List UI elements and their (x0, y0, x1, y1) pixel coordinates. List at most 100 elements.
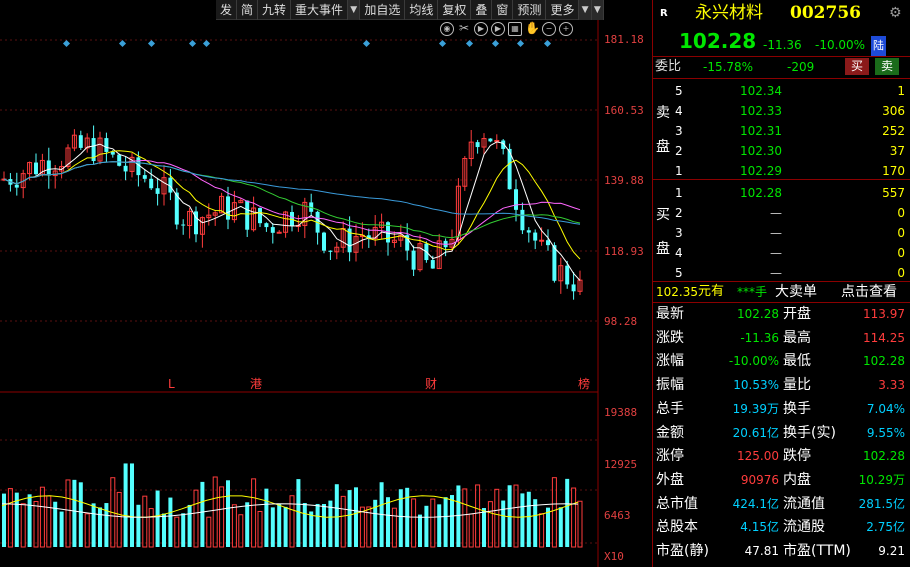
volume-bar (571, 487, 577, 548)
vol-label-1: 19388 (604, 406, 638, 419)
candle-body (571, 284, 576, 292)
volume-bar (84, 513, 90, 548)
candle-body (78, 135, 83, 148)
buy-button[interactable]: 卖 (875, 58, 899, 75)
vol-label-3: 6463 (604, 509, 631, 522)
event-diamond-icon (516, 39, 525, 48)
candle-body (46, 160, 51, 176)
big-trade-vol: ***手 (737, 285, 768, 299)
candle-body (264, 223, 269, 228)
sell-row-1[interactable]: 5 102.34 1 (653, 81, 910, 101)
stat-value: 4.15亿 (740, 520, 779, 535)
toolbar-btn-jiuzhuan[interactable]: 九转 (258, 0, 292, 20)
volume-bar (2, 493, 6, 547)
buy-row-5[interactable]: 5 — 0 (653, 263, 910, 283)
stat-value: 102.28 (863, 354, 905, 369)
big-trade-price: 102.35 (656, 285, 698, 299)
price-grid (0, 39, 598, 544)
candle-body (14, 184, 19, 188)
sell-row-4[interactable]: 2 102.30 37 (653, 141, 910, 161)
candle-body (270, 227, 275, 233)
volume-bar (245, 502, 250, 547)
big-trade-link[interactable]: 点击查看 (841, 282, 897, 302)
toolbar-btn-major-events[interactable]: 重大事件 (291, 0, 349, 20)
volume-bar (231, 504, 237, 548)
volume-bar (334, 484, 339, 547)
sell-row-2[interactable]: 4 102.33 306 (653, 101, 910, 121)
toolbar-btn-fa[interactable]: 发 (216, 0, 238, 20)
settings-gear-icon[interactable]: ⚙ (889, 3, 902, 23)
toolbar-btn-ma[interactable]: 均线 (405, 0, 439, 20)
event-diamond-icon (465, 39, 474, 48)
volume-bar (200, 481, 205, 547)
more-arrow-icon[interactable]: ▼ (579, 0, 592, 20)
stat-value: 90976 (740, 472, 779, 487)
event-marker-label: L (168, 377, 175, 391)
buy-row-1[interactable]: 1 102.28 557 (653, 183, 910, 203)
sell-volume: 37 (889, 144, 905, 158)
buy-volume: 0 (897, 226, 905, 240)
stat-key: 换手(实) (783, 424, 836, 441)
volume-bar (456, 485, 461, 547)
toolbar-btn-add-watch[interactable]: 加自选 (360, 0, 406, 20)
toolbar-btn-more[interactable]: 更多 (546, 0, 580, 20)
buy-price: — (770, 226, 782, 240)
webi-ratio: -15.78% (703, 60, 754, 74)
volume-bar (162, 513, 166, 547)
toolbar-btn-jian[interactable]: 简 (237, 0, 259, 20)
buy-row-2[interactable]: 2 — 0 (653, 203, 910, 223)
sell-button[interactable]: 买 (845, 58, 869, 75)
toolbar-btn-window[interactable]: 窗 (492, 0, 514, 20)
event-marker-label: 财 (425, 377, 437, 391)
sell-row-3[interactable]: 3 102.31 252 (653, 121, 910, 141)
dropdown-arrow-icon[interactable]: ▼ (348, 0, 361, 20)
volume-bar (98, 507, 102, 547)
event-diamond-icon (118, 39, 127, 48)
sell-level: 4 (675, 104, 683, 118)
volume-bar (155, 490, 160, 547)
stat-key: 振幅 (656, 377, 684, 394)
candle-body (276, 231, 282, 234)
sell-row-5[interactable]: 1 102.29 170 (653, 161, 910, 181)
toolbar-btn-forecast[interactable]: 预测 (513, 0, 547, 20)
stat-value: 20.61亿 (732, 425, 779, 440)
stat-row: 总手 19.39万 换手 7.04% (653, 397, 910, 421)
volume-bar (398, 489, 403, 547)
stat-value: 9.55% (866, 425, 905, 440)
stat-row: 总市值 424.1亿 流通值 281.5亿 (653, 492, 910, 516)
kline-chart[interactable]: L港财榜 (0, 20, 600, 567)
candle-body (110, 151, 115, 155)
volume-bar (104, 503, 109, 547)
stat-key: 市盈(TTM) (783, 543, 851, 559)
candle-body (546, 240, 550, 246)
candle-body (123, 165, 128, 172)
menu-arrow-icon[interactable]: ▼ (591, 0, 605, 20)
volume-bar (7, 488, 13, 548)
volume-bar (315, 503, 320, 547)
event-marker-label: 榜 (578, 376, 590, 391)
sell-price: 102.30 (740, 144, 782, 158)
buy-price: — (770, 246, 782, 260)
current-price: 102.28 (679, 29, 757, 53)
volume-bar (520, 493, 525, 547)
buy-price: 102.28 (740, 186, 782, 200)
candle-body (520, 209, 525, 231)
buy-row-4[interactable]: 4 — 0 (653, 243, 910, 263)
candle-body (226, 196, 230, 220)
volume-bar (219, 486, 225, 548)
volume-bars (1, 463, 583, 548)
buy-row-3[interactable]: 3 — 0 (653, 223, 910, 243)
stat-key: 最高 (783, 329, 811, 346)
volume-bar (494, 488, 500, 548)
event-diamond-icon (543, 39, 552, 48)
buy-volume: 0 (897, 246, 905, 260)
ma-line (3, 150, 581, 260)
toolbar-btn-adjust[interactable]: 复权 (438, 0, 472, 20)
volume-bar (475, 484, 481, 548)
stat-key: 内盘 (783, 471, 811, 488)
toolbar-btn-overlay[interactable]: 叠 (471, 0, 493, 20)
stat-row: 金额 20.61亿 换手(实) 9.55% (653, 421, 910, 445)
volume-bar (33, 500, 39, 548)
stat-value: 10.29万 (858, 472, 905, 487)
volume-bar (136, 504, 141, 547)
